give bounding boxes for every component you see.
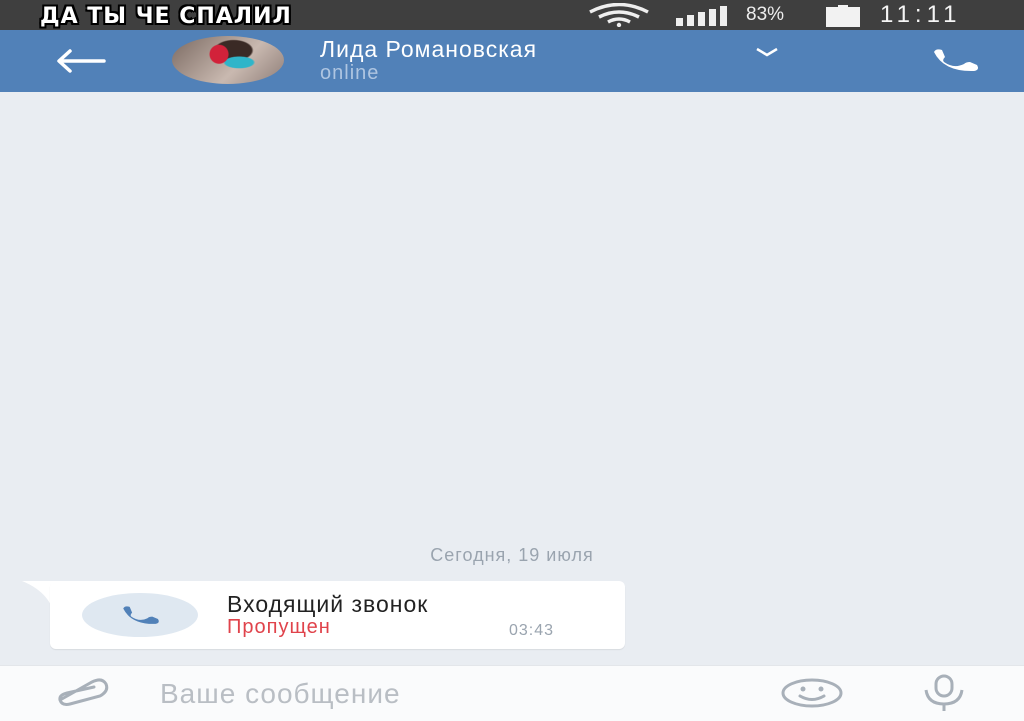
call-missed-status: Пропущен	[227, 616, 331, 638]
phone-icon[interactable]	[930, 48, 982, 77]
chevron-down-icon[interactable]	[754, 45, 780, 63]
signal-icon	[676, 6, 732, 31]
back-arrow-icon[interactable]	[54, 48, 106, 79]
phone-icon	[123, 606, 159, 624]
wifi-icon	[586, 2, 652, 32]
status-clock: 11:11	[880, 1, 962, 28]
chat-header: Лида Романовская online	[0, 30, 1024, 92]
contact-avatar[interactable]	[172, 36, 284, 84]
contact-status: online	[320, 62, 380, 84]
call-title: Входящий звонок	[227, 591, 429, 617]
status-bar: ДА ТЫ ЧЕ СПАЛИЛ 83% 11:11	[0, 0, 1024, 30]
battery-percent: 83%	[746, 4, 785, 25]
call-icon-circle	[82, 593, 198, 637]
call-message-bubble[interactable]: Входящий звонок Пропущен 03:43	[50, 581, 625, 649]
contact-name[interactable]: Лида Романовская	[320, 36, 537, 63]
microphone-icon[interactable]	[916, 674, 972, 717]
meme-caption: ДА ТЫ ЧЕ СПАЛИЛ	[40, 4, 292, 29]
message-input-bar	[0, 665, 1024, 721]
paperclip-icon[interactable]	[52, 678, 110, 713]
call-timestamp: 03:43	[509, 622, 555, 639]
message-input[interactable]	[158, 672, 752, 716]
battery-icon	[826, 5, 862, 32]
smile-icon[interactable]	[780, 678, 844, 713]
date-separator: Сегодня, 19 июля	[430, 545, 594, 565]
